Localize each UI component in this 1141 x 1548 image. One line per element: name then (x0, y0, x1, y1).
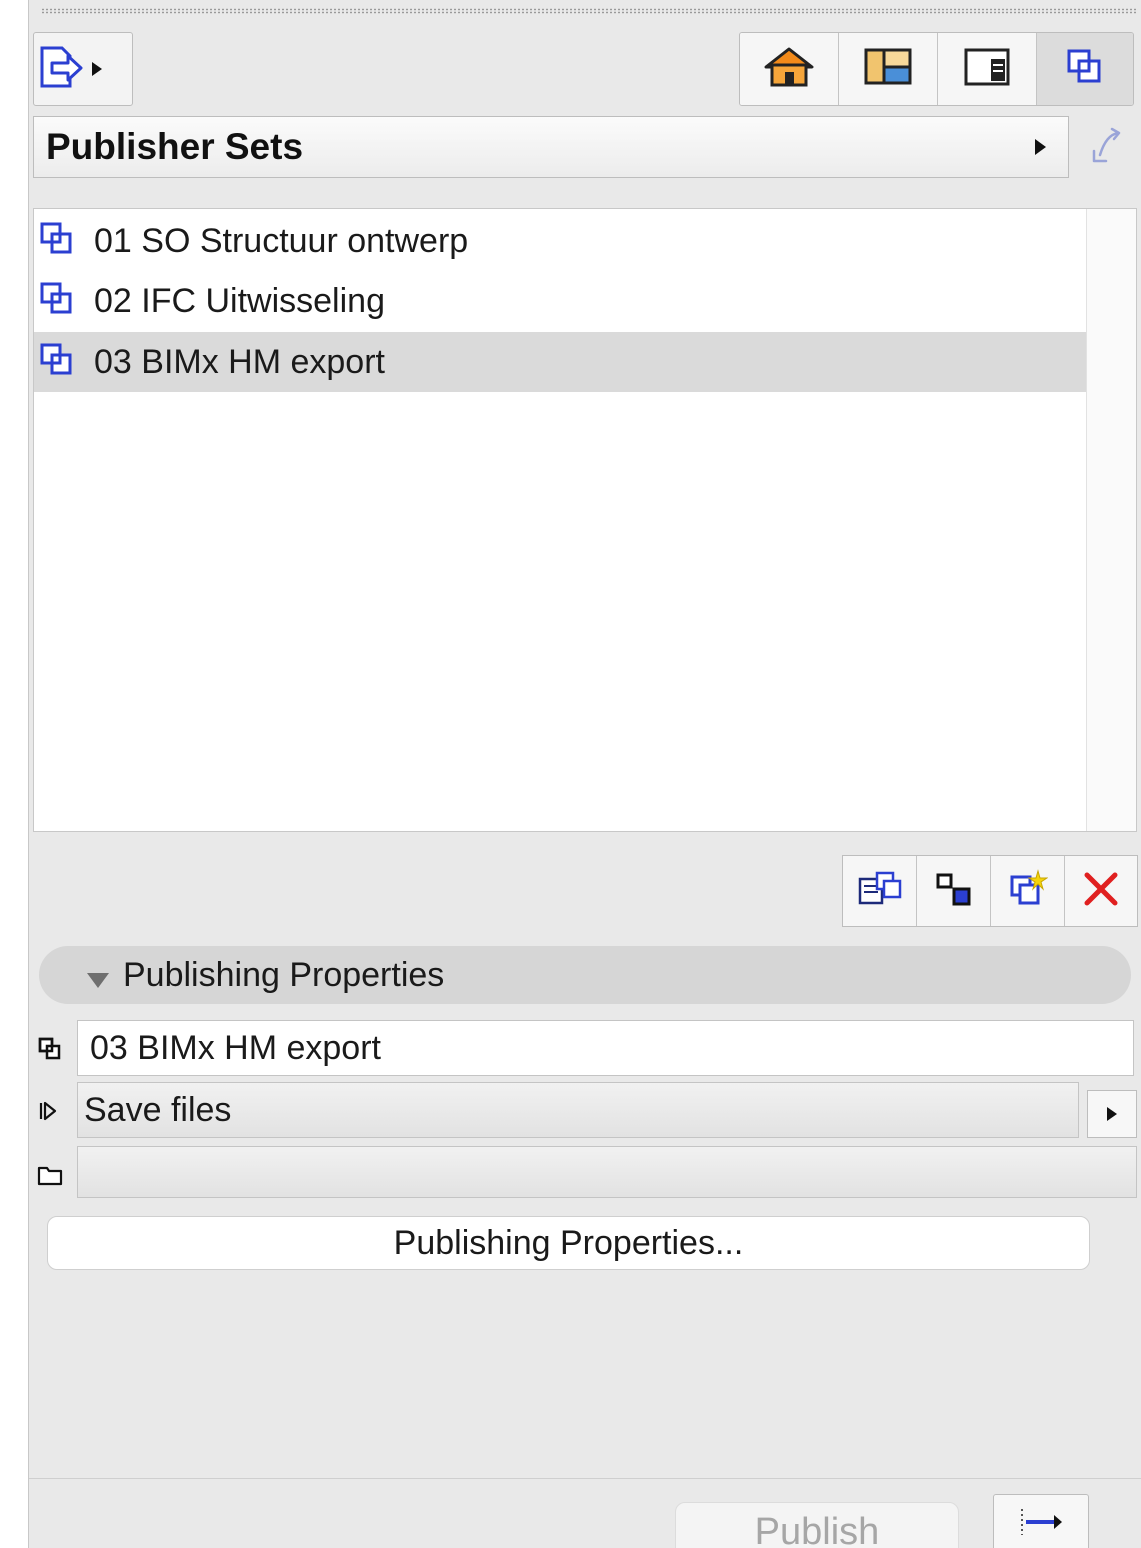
project-map-icon (762, 45, 816, 94)
publishing-properties-button[interactable]: Publishing Properties... (47, 1216, 1090, 1270)
publish-method-icon (35, 1096, 65, 1126)
set-name-field[interactable]: 03 BIMx HM export (77, 1020, 1134, 1076)
publisher-set-icon (38, 341, 76, 384)
publisher-set-icon (38, 220, 76, 263)
list-scrollbar[interactable] (1086, 209, 1136, 831)
publisher-set-list[interactable]: 01 SO Structuur ontwerp 02 IFC Uitwissel… (33, 208, 1137, 832)
list-item[interactable]: 02 IFC Uitwisseling (34, 271, 1086, 331)
view-map-button[interactable] (839, 33, 938, 105)
publish-method-select[interactable]: Save files (77, 1082, 1079, 1138)
panel-drag-grip[interactable] (41, 8, 1136, 14)
publish-path-row (29, 1146, 1141, 1202)
publisher-set-icon (35, 1034, 65, 1064)
layout-book-button[interactable] (938, 33, 1037, 105)
list-item-label: 01 SO Structuur ontwerp (94, 221, 469, 260)
dropdown-arrow-icon (1035, 139, 1046, 155)
dropdown-arrow-icon (92, 62, 102, 76)
organizer-panel: Publisher Sets 01 SO Structuur ontwerp 0… (28, 0, 1141, 1548)
project-map-button[interactable] (740, 33, 839, 105)
new-subset-button[interactable] (843, 856, 917, 926)
publisher-sets-dropdown[interactable]: Publisher Sets (33, 116, 1069, 178)
view-map-icon (863, 47, 913, 92)
disclosure-triangle-icon (87, 972, 109, 988)
section-title: Publishing Properties (123, 955, 445, 994)
set-name-row: 03 BIMx HM export (29, 1020, 1141, 1076)
layout-book-icon (963, 47, 1011, 92)
new-folder-button[interactable] (917, 856, 991, 926)
publish-method-row: Save files (29, 1082, 1141, 1138)
publish-path-field[interactable] (77, 1146, 1137, 1198)
report-log-icon (1018, 1506, 1064, 1543)
navigator-mode-group (739, 32, 1134, 106)
publishing-properties-section-header[interactable]: Publishing Properties (39, 946, 1131, 1004)
new-subset-icon (857, 869, 903, 914)
export-menu-button[interactable] (33, 32, 133, 106)
page-title: Publisher Sets (46, 126, 304, 167)
list-item[interactable]: 01 SO Structuur ontwerp (34, 211, 1086, 271)
list-item-selected[interactable]: 03 BIMx HM export (34, 332, 1086, 392)
new-set-button[interactable] (991, 856, 1065, 926)
publish-method-dropdown-button[interactable] (1087, 1090, 1137, 1138)
list-item-label: 03 BIMx HM export (94, 342, 385, 381)
publisher-set-icon (38, 280, 76, 323)
footer-divider (29, 1478, 1141, 1479)
go-up-button[interactable] (1075, 116, 1137, 178)
new-folder-icon (934, 869, 974, 914)
publish-log-button[interactable] (993, 1494, 1089, 1548)
dropdown-arrow-icon (1107, 1107, 1117, 1121)
publish-export-icon (38, 44, 84, 95)
folder-icon (35, 1160, 65, 1190)
delete-icon (1081, 869, 1121, 914)
publisher-sets-icon (1065, 47, 1105, 92)
delete-button[interactable] (1065, 856, 1137, 926)
list-actions-toolbar (842, 855, 1138, 927)
go-up-icon (1086, 125, 1126, 170)
publisher-sets-button[interactable] (1037, 33, 1133, 105)
list-item-label: 02 IFC Uitwisseling (94, 281, 385, 320)
new-set-icon (1008, 868, 1049, 914)
publish-button[interactable]: Publish (675, 1502, 959, 1548)
